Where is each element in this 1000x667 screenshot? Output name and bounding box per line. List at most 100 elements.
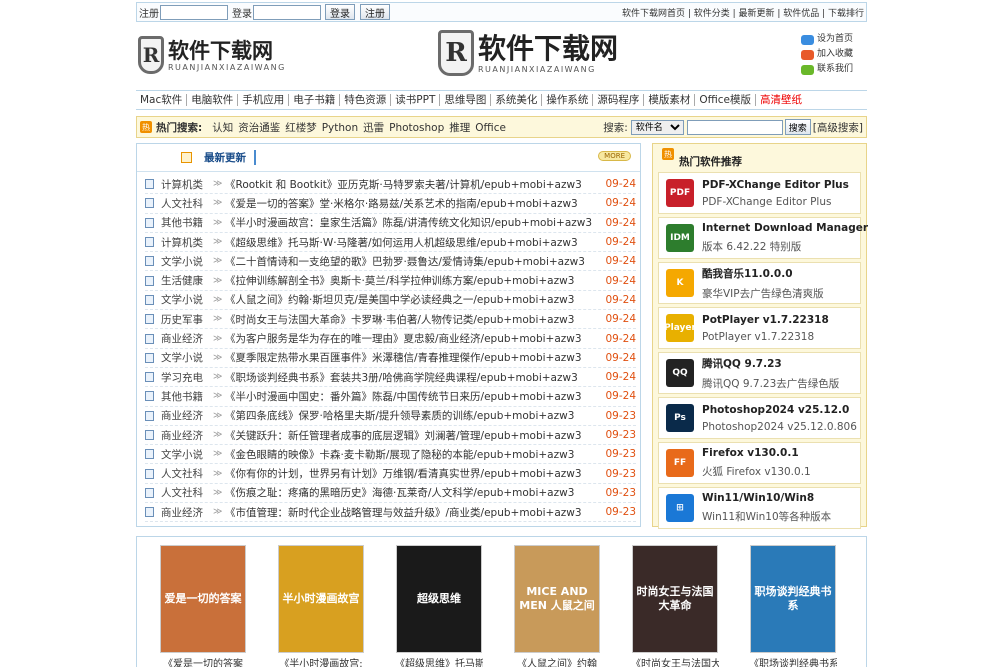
software-name[interactable]: Internet Download Manager [702,222,868,234]
list-item[interactable]: 其他书籍 ≫ 《半小时漫画故宫：皇家生活篇》陈磊/讲清传统文化知识/epub+mob… [145,214,636,233]
item-title-link[interactable]: 《人鼠之间》约翰·斯坦贝克/是美国中学必读经典之一/epub+mobi+azw3 [225,292,602,307]
software-name[interactable]: Firefox v130.0.1 [702,447,811,459]
item-category[interactable]: 商业经济 [161,428,213,443]
hot-software-item[interactable]: ⊞ Win11/Win10/Win8 Win11和Win10等各种版本 [658,487,861,529]
item-category[interactable]: 生活健康 [161,273,213,288]
item-title-link[interactable]: 《伤痕之耻：疼痛的黑暗历史》海德·瓦莱奇/人文科学/epub+mobi+azw3 [225,485,602,500]
item-category[interactable]: 人文社科 [161,485,213,500]
item-title-link[interactable]: 《市值管理：新时代企业战略管理与效益升级》/商业类/epub+mobi+azw3 [225,505,602,520]
site-logo-left[interactable]: R 软件下载网 RUANJIANXIAZAIWANG [138,36,286,74]
hot-keyword-link[interactable]: 推理 [449,122,470,134]
item-category[interactable]: 商业经济 [161,331,213,346]
book-item[interactable]: 职场谈判经典书系 《职场谈判经典书系 [749,545,837,667]
hot-keyword-link[interactable]: 资治通鉴 [238,122,280,134]
list-item[interactable]: 计算机类 ≫ 《Rootkit 和 Bootkit》亚历克斯·马特罗索夫著/计算机/… [145,175,636,195]
nav-item[interactable]: 读书PPT [391,94,441,106]
item-category[interactable]: 计算机类 [161,235,213,250]
nav-item[interactable]: 电脑软件 [187,94,239,106]
book-cover[interactable]: MICE AND MEN 人鼠之间 [514,545,600,653]
hot-keyword-link[interactable]: Office [475,122,506,134]
item-category[interactable]: 历史军事 [161,312,213,327]
set-home-link[interactable]: 设为首页 [800,32,853,47]
list-item[interactable]: 文学小说 ≫ 《夏季限定热带水果百匯事件》米澤穗信/青春推理傑作/epub+mobi… [145,349,636,368]
nav-item[interactable]: 高清壁纸 [756,94,806,106]
item-category[interactable]: 商业经济 [161,408,213,423]
book-item[interactable]: 超级思维《超级思维》托马斯 [395,545,483,667]
nav-item[interactable]: Mac软件 [136,94,188,106]
nav-item[interactable]: 操作系统 [542,94,594,106]
item-title-link[interactable]: 《半小时漫画故宫：皇家生活篇》陈磊/讲清传统文化知识/epub+mobi+azw… [225,215,602,230]
site-logo-center[interactable]: R 软件下载网 RUANJIANXIAZAIWANG [438,30,618,76]
nav-item[interactable]: 电子书籍 [289,94,341,106]
nav-item[interactable]: 手机应用 [238,94,290,106]
book-title[interactable]: 《半小时漫画故宫: [277,655,365,667]
hot-software-item[interactable]: QQ 腾讯QQ 9.7.23 腾讯QQ 9.7.23去广告绿色版 [658,352,861,394]
item-category[interactable]: 文学小说 [161,447,213,462]
list-item[interactable]: 文学小说 ≫ 《金色眼睛的映像》卡森·麦卡勒斯/展现了隐秘的本能/epub+mobi… [145,445,636,465]
list-item[interactable]: 人文社科 ≫ 《爱是一切的答案》堂·米格尔·路易兹/关系艺术的指南/epub+mob… [145,194,636,214]
advanced-search-link[interactable]: [高级搜索] [813,120,863,135]
hot-keyword-link[interactable]: 迅雷 [363,122,384,134]
more-button[interactable]: MORE [598,151,631,161]
hot-software-item[interactable]: K 酷我音乐11.0.0.0 豪华VIP去广告绿色清爽版 [658,262,861,304]
list-item[interactable]: 人文社科 ≫ 《伤痕之耻：疼痛的黑暗历史》海德·瓦莱奇/人文科学/epub+mobi… [145,484,636,504]
contact-link[interactable]: 联系我们 [800,62,853,77]
book-title[interactable]: 《人鼠之间》约翰 [513,655,601,667]
item-category[interactable]: 学习充电 [161,370,213,385]
login-username-input[interactable] [253,4,321,20]
item-title-link[interactable]: 《超级思维》托马斯·W·马隆著/如何运用人机超级思维/epub+mobi+azw… [225,235,602,250]
list-item[interactable]: 商业经济 ≫ 《第四条底线》保罗·哈格里夫斯/提升领导素质的训练/epub+mobi… [145,407,636,426]
book-cover[interactable]: 超级思维 [396,545,482,653]
nav-item[interactable]: 源码程序 [593,94,645,106]
add-favorite-link[interactable]: 加入收藏 [800,47,853,62]
search-type-select[interactable]: 软件名 [630,119,684,135]
item-title-link[interactable]: 《为客户服务是华为存在的唯一理由》夏忠毅/商业经济/epub+mobi+azw3 [225,331,602,346]
item-category[interactable]: 其他书籍 [161,389,213,404]
item-category[interactable]: 计算机类 [161,177,213,192]
book-item[interactable]: 爱是一切的答案 《爱是一切的答案 [159,545,247,667]
list-item[interactable]: 文学小说 ≫ 《人鼠之间》约翰·斯坦贝克/是美国中学必读经典之一/epub+mobi… [145,291,636,311]
item-title-link[interactable]: 《你有你的计划，世界另有计划》万维钢/看清真实世界/epub+mobi+azw3 [225,466,602,481]
list-item[interactable]: 生活健康 ≫ 《拉伸训练解剖全书》奥斯卡·莫兰/科学拉伸训练方案/epub+mobi… [145,271,636,291]
nav-item[interactable]: 系统美化 [491,94,543,106]
book-cover[interactable]: 半小时漫画故宫 [278,545,364,653]
search-button[interactable]: 搜索 [784,119,811,135]
item-category[interactable]: 文学小说 [161,350,213,365]
top-links[interactable]: 软件下载网首页 | 软件分类 | 最新更新 | 软件优品 | 下载排行 [622,6,864,19]
item-title-link[interactable]: 《爱是一切的答案》堂·米格尔·路易兹/关系艺术的指南/epub+mobi+azw… [225,196,602,211]
book-item[interactable]: 时尚女王与法国大革命 《时尚女王与法国大 [631,545,719,667]
hot-keyword-link[interactable]: Photoshop [389,122,444,134]
nav-item[interactable]: 思维导图 [440,94,492,106]
hot-keyword-link[interactable]: 认知 [212,122,233,134]
nav-item[interactable]: 模版素材 [644,94,696,106]
book-title[interactable]: 《时尚女王与法国大 [631,655,719,667]
login-button[interactable]: 登录 [325,4,355,20]
software-name[interactable]: Photoshop2024 v25.12.0 [702,404,857,416]
list-item[interactable]: 计算机类 ≫ 《超级思维》托马斯·W·马隆著/如何运用人机超级思维/epub+mob… [145,233,636,253]
item-category[interactable]: 商业经济 [161,505,213,520]
item-title-link[interactable]: 《夏季限定热带水果百匯事件》米澤穗信/青春推理傑作/epub+mobi+azw3 [225,350,602,365]
list-item[interactable]: 文学小说 ≫ 《二十首情诗和一支绝望的歌》巴勃罗·聂鲁达/爱情诗集/epub+mob… [145,252,636,272]
list-item[interactable]: 商业经济 ≫ 《市值管理：新时代企业战略管理与效益升级》/商业类/epub+mobi… [145,503,636,523]
hot-software-item[interactable]: Ps Photoshop2024 v25.12.0 Photoshop2024 v2… [658,397,861,439]
software-name[interactable]: PDF-XChange Editor Plus [702,179,849,191]
book-title[interactable]: 《爱是一切的答案 [159,655,247,667]
hot-keyword-link[interactable]: 红楼梦 [285,122,317,134]
hot-software-item[interactable]: IDM Internet Download Manager 版本 6.42.22 特… [658,217,868,259]
software-name[interactable]: 腾讯QQ 9.7.23 [702,356,839,371]
item-title-link[interactable]: 《Rootkit 和 Bootkit》亚历克斯·马特罗索夫著/计算机/epub+… [225,177,602,192]
hot-software-item[interactable]: PDF PDF-XChange Editor Plus PDF-XChange Ed… [658,172,861,214]
hot-software-item[interactable]: Player PotPlayer v1.7.22318 PotPlayer v1.7… [658,307,861,349]
list-item[interactable]: 人文社科 ≫ 《你有你的计划，世界另有计划》万维钢/看清真实世界/epub+mobi… [145,464,636,484]
list-item[interactable]: 其他书籍 ≫ 《半小时漫画中国史：番外篇》陈磊/中国传统节日来历/epub+mobi… [145,387,636,407]
item-title-link[interactable]: 《二十首情诗和一支绝望的歌》巴勃罗·聂鲁达/爱情诗集/epub+mobi+azw… [225,254,602,269]
software-name[interactable]: PotPlayer v1.7.22318 [702,314,829,326]
software-name[interactable]: Win11/Win10/Win8 [702,492,831,504]
hot-software-item[interactable]: FF Firefox v130.0.1 火狐 Firefox v130.0.1 [658,442,861,484]
list-item[interactable]: 学习充电 ≫ 《职场谈判经典书系》套装共3册/哈佛商学院经典课程/epub+mobi… [145,368,636,388]
register-button[interactable]: 注册 [360,4,390,20]
item-title-link[interactable]: 《拉伸训练解剖全书》奥斯卡·莫兰/科学拉伸训练方案/epub+mobi+azw3 [225,273,602,288]
book-title[interactable]: 《超级思维》托马斯 [395,655,483,667]
software-name[interactable]: 酷我音乐11.0.0.0 [702,266,824,281]
book-cover[interactable]: 职场谈判经典书系 [750,545,836,653]
